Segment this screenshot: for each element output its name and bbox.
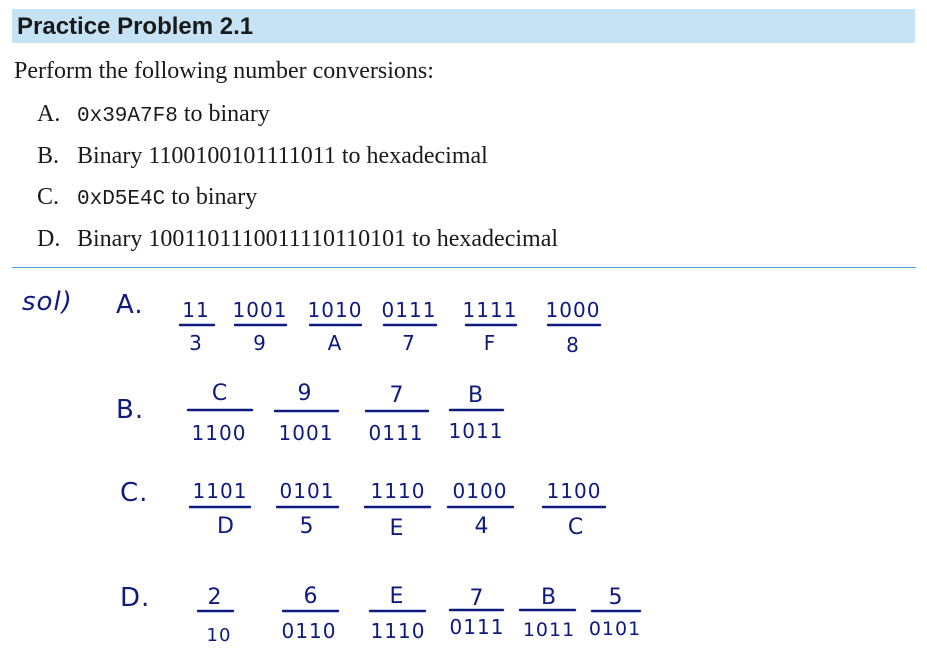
part-c-group: 1101 0101 1110 0100 1100 D 5 E 4 C xyxy=(188,479,607,541)
part-a-hex: 9 xyxy=(253,331,267,355)
problem-item-c: C. 0xD5E4C to binary xyxy=(37,184,257,211)
section-divider xyxy=(12,267,916,268)
part-d-binary: 0101 xyxy=(589,618,641,640)
problem-item-b: B. Binary 1100100101111011 to hexadecimal xyxy=(37,143,488,170)
part-d-binary: 0110 xyxy=(282,619,337,643)
part-c-binary: 0100 xyxy=(453,479,508,503)
part-a-hex: A xyxy=(328,331,343,355)
part-a-binary: 1001 xyxy=(233,298,288,322)
part-c-hex: D xyxy=(217,514,235,539)
problem-intro: Perform the following number conversions… xyxy=(14,58,434,84)
part-a-binary: 1010 xyxy=(308,298,363,322)
part-b-binary: 1011 xyxy=(449,419,504,443)
part-b-hex: 7 xyxy=(390,383,405,408)
part-c-binary: 0101 xyxy=(280,479,335,503)
part-a-hex: 8 xyxy=(566,333,580,357)
item-text: Binary 1001101110011110110101 to hexadec… xyxy=(77,226,559,252)
part-c-hex: C xyxy=(568,515,584,540)
problem-item-a: A. 0x39A7F8 to binary xyxy=(37,101,270,128)
part-d-hex: 5 xyxy=(609,585,624,610)
part-b-marker: B. xyxy=(116,395,144,425)
part-c-marker: C. xyxy=(120,478,148,508)
part-b-hex: 9 xyxy=(298,381,313,406)
solution-label: sol) xyxy=(22,287,73,317)
part-a-binary: 0111 xyxy=(382,298,437,322)
item-letter: B. xyxy=(37,143,60,169)
item-letter: C. xyxy=(37,184,60,210)
handwritten-solution: sol) A. B. C. D. 11 1001 1010 0111 1111 … xyxy=(22,287,642,646)
part-b-hex: B xyxy=(468,383,484,408)
part-a-hex: 3 xyxy=(189,331,203,355)
part-c-binary: 1101 xyxy=(193,479,248,503)
part-d-group: 2 6 E 7 B 5 10 0110 1110 0111 1011 0101 xyxy=(196,584,642,646)
item-text: to binary xyxy=(177,101,270,127)
part-a-binary: 1111 xyxy=(463,298,518,322)
part-d-binary: 10 xyxy=(207,625,232,646)
part-a-hex: F xyxy=(484,331,497,355)
part-d-hex: 7 xyxy=(470,586,485,611)
item-code: 0xD5E4C xyxy=(77,188,166,211)
part-d-binary: 1110 xyxy=(371,619,426,643)
item-letter: D. xyxy=(37,226,61,252)
part-d-hex: 2 xyxy=(208,585,223,610)
part-d-marker: D. xyxy=(120,583,150,613)
part-c-hex: 4 xyxy=(475,514,490,539)
item-letter: A. xyxy=(37,101,61,127)
item-code: 0x39A7F8 xyxy=(77,105,178,128)
part-d-hex: 6 xyxy=(304,584,319,609)
practice-problem-title: Practice Problem 2.1 xyxy=(17,13,254,40)
part-b-binary: 1100 xyxy=(192,421,247,445)
part-a-group: 11 1001 1010 0111 1111 1000 3 9 A 7 F 8 xyxy=(178,298,602,357)
part-d-hex: E xyxy=(390,584,405,609)
part-c-hex: 5 xyxy=(300,514,315,539)
part-b-hex: C xyxy=(212,381,228,406)
problem-item-d: D. Binary 1001101110011110110101 to hexad… xyxy=(37,226,558,253)
part-a-marker: A. xyxy=(116,290,144,320)
part-c-hex: E xyxy=(390,516,405,541)
part-b-binary: 1001 xyxy=(279,421,334,445)
part-c-binary: 1110 xyxy=(371,479,426,503)
item-text: Binary 1100100101111011 to hexadecimal xyxy=(77,143,488,169)
part-a-hex: 7 xyxy=(402,331,416,355)
part-d-binary: 0111 xyxy=(450,615,505,639)
part-a-binary: 11 xyxy=(182,298,209,322)
part-c-binary: 1100 xyxy=(547,479,602,503)
part-b-group: C 9 7 B 1100 1001 0111 1011 xyxy=(186,381,505,445)
part-a-binary: 1000 xyxy=(546,298,601,322)
part-b-binary: 0111 xyxy=(369,421,424,445)
part-d-hex: B xyxy=(541,585,557,610)
part-d-binary: 1011 xyxy=(523,619,575,641)
item-text: to binary xyxy=(165,184,258,210)
